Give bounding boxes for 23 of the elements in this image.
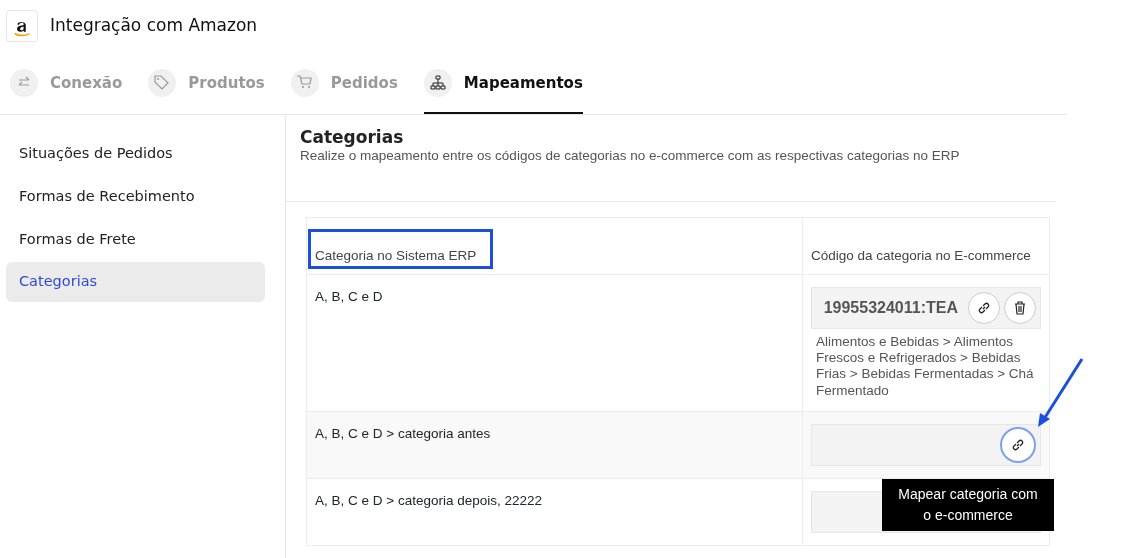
tab[interactable]: Mapeamentos: [423, 66, 583, 114]
column-header: Categoria no Sistema ERP: [311, 231, 491, 266]
category-code: 19955324011:TEA: [823, 297, 958, 318]
tooltip: Mapear categoria com o e-commerce: [882, 478, 1054, 531]
sidebar-item[interactable]: Situações de Pedidos: [6, 134, 265, 174]
table-cell: A, B, C e D > categoria depois, 22222: [306, 478, 803, 546]
table-cell: A, B, C e D > categoria antes: [306, 411, 803, 479]
sitemap-icon: [428, 74, 447, 92]
delete-button[interactable]: [1004, 291, 1036, 324]
amazon-logo: [6, 10, 38, 42]
link-icon: [977, 300, 991, 315]
section-title: Categorias: [300, 127, 405, 148]
sidebar-item[interactable]: Formas de Frete: [6, 219, 265, 260]
column-header: Código da categoria no E-commerce: [811, 247, 1031, 263]
table-cell: A, B, C e D: [306, 274, 803, 412]
sidebar-item[interactable]: Formas de Recebimento: [6, 176, 265, 217]
section-description: Realize o mapeamento entre os códigos de categorias no e-commerce com as respectivas categorias no ERP: [300, 147, 961, 165]
link-icon: [1011, 437, 1025, 452]
link-button[interactable]: [968, 291, 1000, 324]
sidebar-item[interactable]: Categorias: [6, 262, 265, 302]
category-path: Alimentos e Bebidas > Alimentos Frescos e Refrigerados > Bebidas Frias > Bebidas Fermentadas > Chá Fermentado: [816, 333, 1035, 399]
trash-icon: [1014, 300, 1026, 315]
page-title: Integração com Amazon: [50, 14, 258, 38]
